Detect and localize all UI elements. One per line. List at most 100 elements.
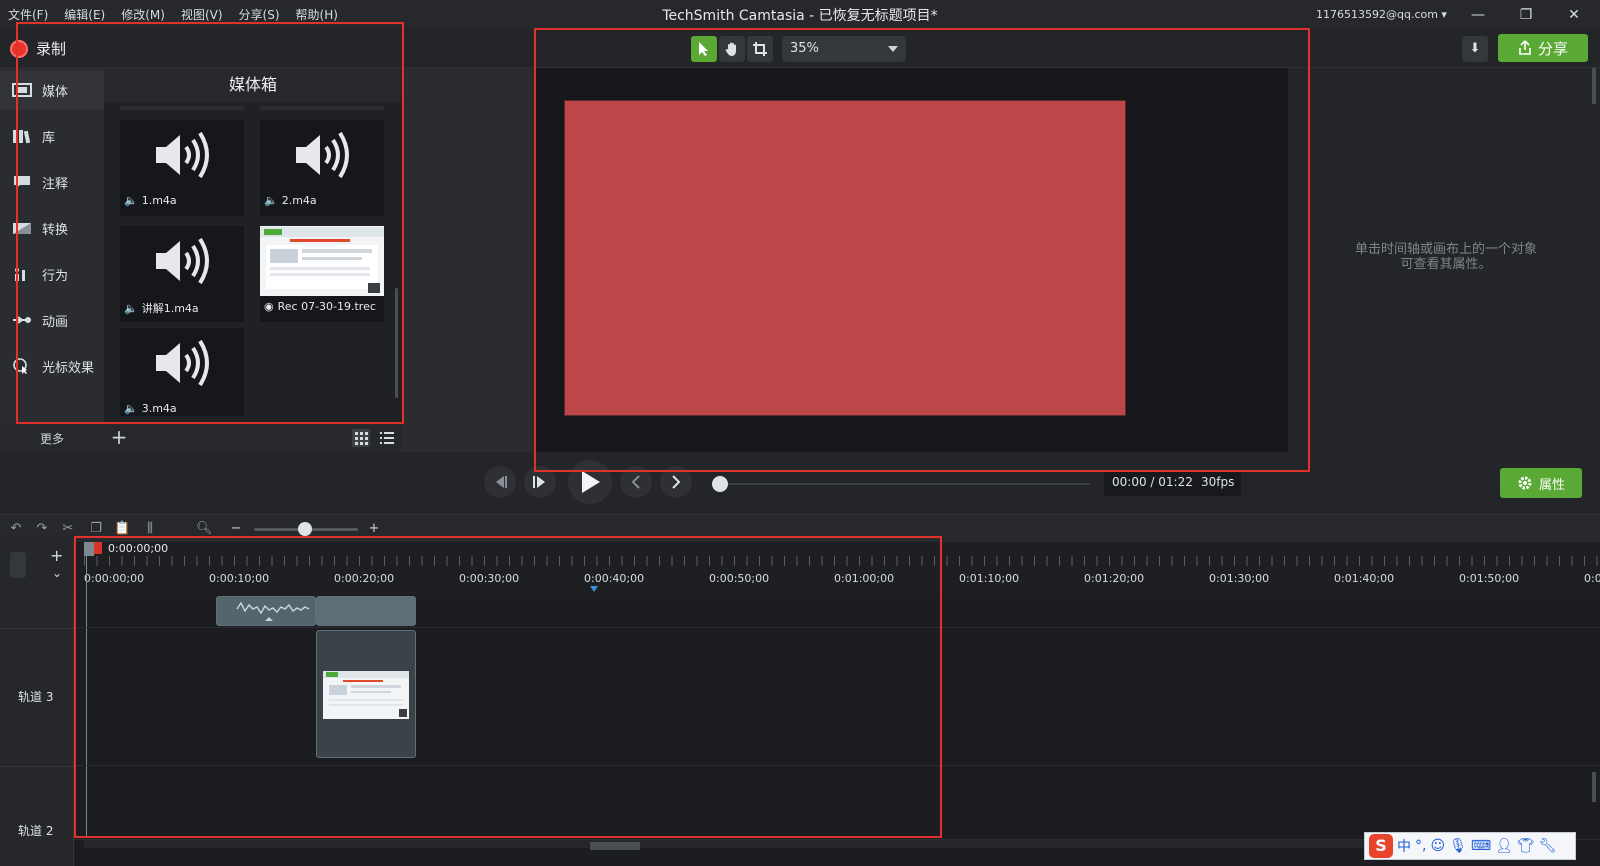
playhead-out-handle[interactable]: [94, 542, 102, 554]
account-menu[interactable]: 1176513592@qq.com ▾: [1316, 8, 1447, 21]
recording-thumbnail: [260, 227, 384, 293]
sidebar-item-cursor-effects[interactable]: 光标效果: [0, 346, 104, 386]
zoom-dropdown[interactable]: 35%: [782, 36, 906, 62]
zoom-out-icon[interactable]: −: [228, 521, 244, 537]
step-forward-icon: [533, 476, 545, 488]
menu-file[interactable]: 文件(F): [8, 6, 48, 23]
track-row-top[interactable]: [74, 594, 1600, 628]
sidebar-item-library[interactable]: 库: [0, 116, 104, 156]
track-label-2[interactable]: 轨道 2: [18, 822, 53, 839]
redo-icon[interactable]: ↷: [34, 521, 50, 537]
share-button[interactable]: 分享: [1498, 34, 1588, 62]
canvas-red-rectangle[interactable]: [564, 100, 1126, 416]
undo-icon[interactable]: ↶: [8, 521, 24, 537]
sidebar-item-transitions[interactable]: 转换: [0, 208, 104, 248]
zoom-in-icon[interactable]: +: [366, 521, 382, 537]
download-button[interactable]: ⬇: [1462, 36, 1488, 62]
close-button[interactable]: ✕: [1556, 4, 1592, 26]
cut-icon[interactable]: ✂: [60, 521, 76, 537]
select-tool[interactable]: [691, 36, 717, 62]
track-row-3[interactable]: [74, 628, 1600, 766]
tick-label: 0:00:10;00: [209, 572, 270, 585]
media-bin-scrollbar[interactable]: [395, 288, 398, 398]
marker-icon[interactable]: [590, 586, 598, 592]
timeline-vertical-scrollbar[interactable]: [1592, 772, 1596, 802]
grid-view-button[interactable]: [352, 429, 370, 447]
preview-canvas[interactable]: [534, 68, 1288, 452]
audio-clip[interactable]: [216, 596, 316, 626]
menu-view[interactable]: 视图(V): [181, 6, 223, 23]
sogou-logo-icon: S: [1369, 834, 1393, 858]
previous-marker-button[interactable]: [620, 466, 652, 498]
track-headers: + ⌄ 轨道 3 轨道 2: [0, 542, 74, 866]
tick-label: 0:00:50;00: [709, 572, 770, 585]
pan-tool[interactable]: [719, 36, 745, 62]
properties-scrollbar[interactable]: [1592, 68, 1596, 104]
microphone-icon[interactable]: 🎙︎: [1449, 838, 1467, 854]
tools-sidebar: 媒体 库 注释 转换 行为 动画 光标效果: [0, 68, 104, 424]
media-item-audio[interactable]: 🔈 讲解1.m4a: [120, 226, 244, 322]
track-row-2[interactable]: [74, 766, 1600, 840]
restore-button[interactable]: ❐: [1508, 4, 1544, 26]
skin-icon[interactable]: 👕︎: [1517, 838, 1535, 854]
more-button[interactable]: 更多: [40, 430, 64, 447]
paste-icon[interactable]: 📋: [114, 521, 130, 537]
recording-audio-clip[interactable]: [316, 596, 416, 626]
menu-edit[interactable]: 编辑(E): [64, 6, 105, 23]
record-button[interactable]: 录制: [10, 38, 66, 59]
ime-toolbar[interactable]: S 中 °, ☺ 🎙︎ ⌨ 👤︎ 👕︎ 🔧︎: [1364, 832, 1576, 860]
copy-icon[interactable]: ❐: [88, 521, 104, 537]
properties-button[interactable]: 属性: [1500, 468, 1582, 498]
sidebar-item-media[interactable]: 媒体: [0, 70, 104, 110]
zoom-value: 35%: [790, 41, 819, 56]
behavior-icon: [15, 268, 25, 281]
properties-hint: 单击时间轴或画布上的一个对象 可查看其属性。: [1354, 242, 1537, 272]
user-icon[interactable]: 👤︎: [1495, 838, 1513, 854]
step-back-button[interactable]: [484, 466, 516, 498]
play-pause-step-button[interactable]: [524, 466, 556, 498]
playhead-handle[interactable]: [84, 542, 94, 556]
keyboard-icon[interactable]: ⌨: [1471, 838, 1491, 854]
gear-icon: [1518, 476, 1532, 490]
ime-punctuation[interactable]: °,: [1415, 838, 1426, 854]
track-label-3[interactable]: 轨道 3: [18, 688, 53, 705]
media-item-audio[interactable]: 🔈 1.m4a: [120, 120, 244, 216]
tick-label: 0:01:30;00: [1209, 572, 1270, 585]
next-marker-button[interactable]: [660, 466, 692, 498]
canvas-area: [402, 68, 1288, 452]
sidebar-item-annotations[interactable]: 注释: [0, 162, 104, 202]
ime-mode[interactable]: 中: [1397, 836, 1411, 856]
chevron-down-icon[interactable]: ⌄: [52, 566, 62, 580]
media-item-recording[interactable]: ◉ Rec 07-30-19.trec: [260, 226, 384, 322]
scrubber-handle[interactable]: [712, 476, 728, 492]
emoji-icon[interactable]: ☺: [1430, 838, 1445, 854]
annotation-icon: [14, 176, 30, 188]
record-label: 录制: [36, 40, 67, 58]
menu-help[interactable]: 帮助(H): [296, 6, 338, 23]
play-button[interactable]: [568, 460, 612, 504]
split-icon[interactable]: ⫼: [142, 521, 158, 537]
magnet-icon[interactable]: [10, 552, 26, 578]
search-icon[interactable]: 🔍︎: [196, 521, 213, 537]
menu-modify[interactable]: 修改(M): [121, 6, 165, 23]
sidebar-item-animations[interactable]: 动画: [0, 300, 104, 340]
timeline-scroll-thumb[interactable]: [590, 842, 640, 850]
media-item-audio[interactable]: 🔈 3.m4a: [120, 328, 244, 416]
record-icon: [10, 39, 28, 58]
list-view-button[interactable]: [378, 429, 396, 447]
scrubber-track[interactable]: [720, 483, 1090, 485]
timeline: + ⌄ 轨道 3 轨道 2 0:00:00;00 0:00:10;00 0:00…: [0, 542, 1600, 866]
sidebar-item-behaviors[interactable]: 行为: [0, 254, 104, 294]
timeline-zoom-handle[interactable]: [298, 522, 312, 536]
timeline-horizontal-scrollbar[interactable]: [84, 840, 1384, 848]
screen-recording-clip[interactable]: [316, 630, 416, 758]
add-track-button[interactable]: +: [50, 546, 63, 565]
menu-share[interactable]: 分享(S): [239, 6, 280, 23]
minimize-button[interactable]: —: [1460, 4, 1496, 26]
add-button[interactable]: +: [108, 426, 130, 448]
media-item-audio[interactable]: 🔈 2.m4a: [260, 120, 384, 216]
crop-tool[interactable]: [747, 36, 773, 62]
media-item-name: 2.m4a: [281, 194, 317, 207]
timeline-ruler[interactable]: 0:00:00;00 0:00:10;00 0:00:20;00 0:00:30…: [74, 542, 1600, 594]
tools-icon[interactable]: 🔧︎: [1539, 838, 1557, 854]
